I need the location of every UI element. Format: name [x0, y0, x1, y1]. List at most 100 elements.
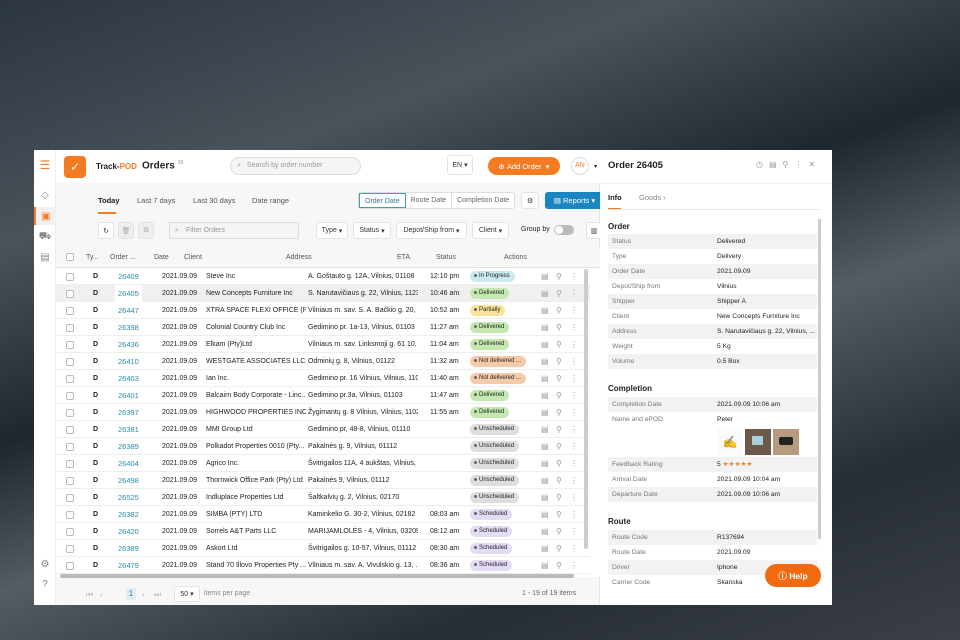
- order-number-link[interactable]: 26405: [115, 285, 142, 302]
- table-row[interactable]: D 26404 2021.09.09 Agrico Inc. Švitrigai…: [56, 455, 590, 472]
- location-pin-icon[interactable]: ⚲: [556, 387, 562, 404]
- print-icon[interactable]: ▤: [541, 336, 549, 353]
- table-row[interactable]: D 26498 2021.09.09 Thornwick Office Park…: [56, 472, 590, 489]
- location-pin-icon[interactable]: ⚲: [556, 489, 562, 506]
- drivers-icon[interactable]: ▤: [34, 248, 56, 266]
- print-icon[interactable]: ▤: [541, 438, 549, 455]
- table-row[interactable]: D 26525 2021.09.09 Indluplace Properties…: [56, 489, 590, 506]
- location-pin-icon[interactable]: ⚲: [556, 336, 562, 353]
- tab-today[interactable]: Today: [98, 196, 120, 205]
- order-number-link[interactable]: 26498: [118, 472, 139, 489]
- type-filter[interactable]: Type ▾: [316, 222, 348, 239]
- more-icon[interactable]: ⋮: [570, 370, 578, 387]
- row-checkbox[interactable]: [66, 358, 74, 366]
- table-row[interactable]: D 26401 2021.09.09 Balcairn Body Corpora…: [56, 387, 590, 404]
- group-by-toggle[interactable]: [554, 225, 574, 235]
- col-order[interactable]: Order ...: [110, 247, 136, 268]
- status-filter[interactable]: Status ▾: [353, 222, 391, 239]
- filter-orders-input[interactable]: ⌕ Filter Orders: [169, 222, 299, 239]
- location-pin-icon[interactable]: ⚲: [556, 353, 562, 370]
- order-number-link[interactable]: 26389: [118, 540, 139, 557]
- location-pin-icon[interactable]: ⚲: [556, 404, 562, 421]
- location-pin-icon[interactable]: ⚲: [556, 540, 562, 557]
- client-filter[interactable]: Client ▾: [472, 222, 509, 239]
- location-pin-icon[interactable]: ⚲: [556, 285, 562, 302]
- horizontal-scrollbar[interactable]: [60, 574, 574, 578]
- history-icon[interactable]: ◷: [756, 160, 769, 169]
- table-row[interactable]: D 26410 2021.09.09 WESTGATE ASSOCIATES L…: [56, 353, 590, 370]
- row-checkbox[interactable]: [66, 545, 74, 553]
- more-icon[interactable]: ⋮: [570, 523, 578, 540]
- print-icon[interactable]: ▤: [541, 370, 549, 387]
- more-icon[interactable]: ⋮: [570, 472, 578, 489]
- print-icon[interactable]: ▤: [541, 421, 549, 438]
- row-checkbox[interactable]: [66, 290, 74, 298]
- print-icon[interactable]: ▤: [541, 319, 549, 336]
- row-checkbox[interactable]: [66, 511, 74, 519]
- delete-icon[interactable]: 🗑: [118, 222, 134, 239]
- row-checkbox[interactable]: [66, 460, 74, 468]
- location-pin-icon[interactable]: ⚲: [556, 421, 562, 438]
- row-checkbox[interactable]: [66, 443, 74, 451]
- more-icon[interactable]: ⋮: [570, 285, 578, 302]
- order-number-link[interactable]: 26401: [118, 387, 139, 404]
- location-pin-icon[interactable]: ⚲: [556, 472, 562, 489]
- order-number-link[interactable]: 26525: [118, 489, 139, 506]
- order-number-link[interactable]: 26409: [118, 268, 139, 285]
- row-checkbox[interactable]: [66, 392, 74, 400]
- print-icon[interactable]: ▤: [541, 353, 549, 370]
- col-address[interactable]: Address: [286, 247, 312, 268]
- print-icon[interactable]: ▤: [541, 557, 549, 574]
- print-icon[interactable]: ▤: [541, 404, 549, 421]
- more-icon[interactable]: ⋮: [570, 421, 578, 438]
- print-icon[interactable]: ▤: [541, 302, 549, 319]
- per-page-select[interactable]: 50 ▾: [174, 586, 200, 602]
- help-icon[interactable]: ?: [34, 575, 56, 593]
- photo-thumbnail-2[interactable]: [773, 429, 799, 455]
- row-checkbox[interactable]: [66, 562, 74, 570]
- more-icon[interactable]: ⋮: [570, 336, 578, 353]
- more-icon[interactable]: ⋮: [570, 540, 578, 557]
- more-icon[interactable]: ⋮: [570, 489, 578, 506]
- routes-icon[interactable]: ◇: [34, 186, 56, 204]
- print-icon[interactable]: ▤: [769, 160, 783, 169]
- signature-thumbnail[interactable]: ✍: [717, 429, 743, 455]
- orders-icon[interactable]: ▣: [34, 207, 56, 225]
- table-row[interactable]: D 26389 2021.09.09 Polkadot Properties 0…: [56, 438, 590, 455]
- print-icon[interactable]: ▤: [541, 268, 549, 285]
- table-row[interactable]: D 26409 2021.09.09 Steve Inc A. Goštauto…: [56, 268, 590, 285]
- row-checkbox[interactable]: [66, 307, 74, 315]
- refresh-icon[interactable]: ↻: [98, 222, 114, 239]
- more-icon[interactable]: ⋮: [794, 160, 808, 169]
- order-number-link[interactable]: 26404: [118, 455, 139, 472]
- location-pin-icon[interactable]: ⚲: [556, 438, 562, 455]
- add-order-button[interactable]: ⊕ Add Order ▾: [488, 157, 560, 175]
- order-search-input[interactable]: ⌕ Search by order number: [230, 157, 361, 175]
- print-icon[interactable]: ▤: [541, 455, 549, 472]
- row-checkbox[interactable]: [66, 375, 74, 383]
- location-pin-icon[interactable]: ⚲: [556, 319, 562, 336]
- photo-thumbnail-1[interactable]: [745, 429, 771, 455]
- order-number-link[interactable]: 26403: [118, 370, 139, 387]
- print-icon[interactable]: ▤: [541, 472, 549, 489]
- col-eta[interactable]: ETA: [397, 247, 410, 268]
- table-row[interactable]: D 26389 2021.09.09 Askort Ltd Švitrigail…: [56, 540, 590, 557]
- more-icon[interactable]: ⋮: [570, 455, 578, 472]
- col-client[interactable]: Client: [184, 247, 202, 268]
- print-icon[interactable]: ▤: [541, 506, 549, 523]
- table-row[interactable]: D 26382 2021.09.09 SIMBA (PTY) LTD Kamin…: [56, 506, 590, 523]
- row-checkbox[interactable]: [66, 528, 74, 536]
- location-pin-icon[interactable]: ⚲: [556, 506, 562, 523]
- order-number-link[interactable]: 26447: [118, 302, 139, 319]
- more-icon[interactable]: ⋮: [570, 404, 578, 421]
- first-page-icon[interactable]: ⏮: [86, 590, 93, 600]
- table-row[interactable]: D 26397 2021.09.09 HIGHWOOD PROPERTIES I…: [56, 404, 590, 421]
- table-row[interactable]: D 26403 2021.09.09 Ian Inc. Gedimino pr.…: [56, 370, 590, 387]
- reports-button[interactable]: ▤ Reports ▾: [545, 192, 604, 209]
- order-number-link[interactable]: 26398: [118, 319, 139, 336]
- print-icon[interactable]: ▤: [541, 489, 549, 506]
- vehicles-icon[interactable]: ⛟: [34, 228, 56, 246]
- close-icon[interactable]: ✕: [808, 160, 821, 169]
- print-icon[interactable]: ▤: [541, 540, 549, 557]
- row-checkbox[interactable]: [66, 341, 74, 349]
